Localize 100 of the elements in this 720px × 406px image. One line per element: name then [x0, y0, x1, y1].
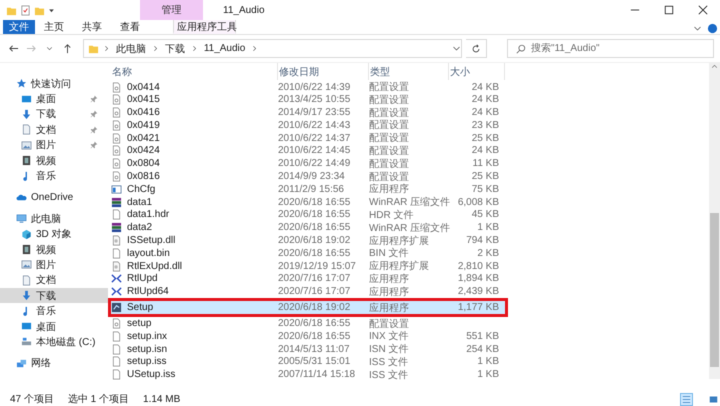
column-header[interactable]: 大小: [449, 63, 505, 80]
file-name: 0x0415: [127, 94, 160, 106]
file-row[interactable]: 0x0414 2010/6/22 14:39 配置设置 24 KB: [108, 80, 508, 93]
folder-icon: [88, 43, 99, 54]
file-type: 配置设置: [369, 170, 410, 184]
sidebar-item[interactable]: 3D 对象: [0, 226, 108, 242]
maximize-icon: [664, 5, 674, 15]
file-row[interactable]: setup.isn 2014/5/13 11:07 ISN 文件 254 KB: [108, 342, 508, 355]
window-icon: [111, 184, 122, 195]
file-row[interactable]: setup.iss 2005/5/31 15:01 ISS 文件 1 KB: [108, 354, 508, 368]
file-row[interactable]: data2 2020/6/18 16:55 WinRAR 压缩文件 1 KB: [108, 220, 508, 234]
sidebar-item[interactable]: 网络: [0, 356, 108, 372]
gear-file-icon: [111, 94, 122, 106]
file-row[interactable]: 0x0424 2010/6/22 14:45 配置设置 24 KB: [108, 144, 508, 157]
sidebar-item[interactable]: 桌面: [0, 91, 108, 107]
file-name: data1.hdr: [127, 209, 170, 220]
file-name: setup.inx: [127, 330, 168, 342]
file-row[interactable]: 0x0816 2014/9/9 23:34 配置设置 25 KB: [108, 170, 508, 182]
sidebar-item[interactable]: 文档: [0, 272, 108, 288]
modified-date: 2010/6/22 14:45: [278, 145, 352, 156]
modified-date: 2010/6/22 14:43: [278, 120, 352, 131]
file-row[interactable]: 0x0804 2010/6/22 14:49 配置设置 11 KB: [108, 156, 508, 170]
sidebar-item[interactable]: 视频: [0, 152, 108, 168]
scrollbar[interactable]: [709, 63, 720, 379]
file-size: 11 KB: [472, 158, 500, 170]
file-row[interactable]: ISSetup.dll 2020/6/18 19:02 应用程序扩展 794 KB: [108, 234, 508, 246]
file-row[interactable]: setup.inx 2020/6/18 16:55 INX 文件 551 KB: [108, 329, 508, 342]
column-header[interactable]: 修改日期: [278, 63, 369, 80]
sidebar-item[interactable]: 文档: [0, 122, 108, 138]
sidebar-item[interactable]: 图片: [0, 138, 108, 153]
file-row[interactable]: ChCfg 2011/2/9 15:56 应用程序 75 KB: [108, 182, 508, 196]
back-arrow-icon: [8, 43, 19, 54]
search-box[interactable]: 搜索"11_Audio": [506, 39, 714, 58]
scrollbar-thumb[interactable]: [710, 213, 719, 367]
file-row[interactable]: setup 2020/6/18 16:55 配置设置: [108, 316, 508, 330]
file-row[interactable]: 0x0415 2013/4/25 10:55 配置设置 24 KB: [108, 92, 508, 106]
modified-date: 2020/6/18 19:02: [278, 235, 352, 246]
sidebar-item[interactable]: 此电脑: [0, 211, 108, 227]
file-row[interactable]: data1 2020/6/18 16:55 WinRAR 压缩文件 6,008 KB: [108, 195, 508, 208]
sidebar-item[interactable]: 快速访问: [0, 76, 108, 92]
sidebar-item[interactable]: OneDrive: [0, 190, 108, 206]
address-bar[interactable]: 此电脑 下载 11_Audio: [82, 39, 462, 58]
file-size: 1 KB: [476, 222, 500, 234]
sidebar-item[interactable]: 下载: [0, 106, 108, 122]
search-icon: [516, 44, 526, 54]
file-row[interactable]: 0x0416 2014/9/17 23:55 配置设置 24 KB: [108, 106, 508, 118]
context-tab-group-label: 管理: [140, 0, 203, 20]
file-row[interactable]: layout.bin 2020/6/18 16:55 BIN 文件 2 KB: [108, 246, 508, 260]
film-icon: [21, 244, 32, 256]
cube-icon: [21, 228, 32, 240]
file-name: 0x0421: [127, 132, 160, 144]
refresh-icon: [470, 44, 481, 54]
file-type: WinRAR 压缩文件: [369, 196, 449, 210]
selection-count: 选中 1 个项目: [68, 392, 130, 406]
file-name: 0x0424: [127, 145, 160, 156]
file-row[interactable]: 0x0419 2010/6/22 14:43 配置设置 23 KB: [108, 118, 508, 132]
ribbon-tab[interactable]: 主页: [35, 20, 73, 34]
desktop-icon: [21, 321, 32, 332]
refresh-button[interactable]: [466, 39, 487, 58]
modified-date: 2020/6/18 16:55: [278, 318, 352, 330]
gear-file-icon: [111, 107, 122, 118]
sidebar-item[interactable]: 图片: [0, 257, 108, 273]
file-size: 1 KB: [476, 356, 500, 368]
file-type: 应用程序扩展: [369, 260, 430, 274]
sidebar-item[interactable]: 音乐: [0, 168, 108, 184]
ribbon-tab[interactable]: 文件: [3, 20, 35, 34]
file-row[interactable]: RtlUpd 2020/7/16 17:07 应用程序 1,894 KB: [108, 272, 508, 285]
highlighted-file-row[interactable]: Setup 2020/6/18 19:02 应用程序 1,177 KB: [108, 298, 508, 317]
close-icon: [698, 5, 708, 15]
details-view-button[interactable]: [680, 392, 693, 406]
sidebar-item[interactable]: 本地磁盘 (C:): [0, 334, 108, 350]
file-size: 6,008 KB: [456, 196, 500, 208]
breadcrumb[interactable]: 11_Audio: [202, 43, 248, 54]
modified-date: 2019/12/19 15:07: [278, 260, 357, 272]
file-row[interactable]: 0x0421 2010/6/22 14:37 配置设置 25 KB: [108, 131, 508, 144]
file-size: 1,177 KB: [456, 302, 500, 314]
file-name: 0x0419: [127, 120, 160, 131]
sidebar-item[interactable]: 下载: [0, 288, 108, 304]
tool-icon: [111, 273, 122, 284]
breadcrumb[interactable]: 下载: [162, 42, 187, 56]
network-icon: [16, 358, 27, 369]
file-row[interactable]: USetup.iss 2007/11/14 15:18 ISS 文件 1 KB: [108, 368, 508, 381]
sidebar-item[interactable]: 音乐: [0, 303, 108, 319]
sidebar-item[interactable]: 视频: [0, 242, 108, 258]
modified-date: 2020/6/18 16:55: [278, 222, 352, 234]
file-row[interactable]: data1.hdr 2020/6/18 16:55 HDR 文件 45 KB: [108, 208, 508, 221]
file-size: 25 KB: [470, 171, 500, 182]
file-row[interactable]: RtlExUpd.dll 2019/12/19 15:07 应用程序扩展 2,810 KB: [108, 259, 508, 272]
file-name: ChCfg: [127, 184, 156, 195]
breadcrumb[interactable]: 此电脑: [114, 42, 148, 56]
file-name: RtlExUpd.dll: [127, 260, 182, 272]
column-header[interactable]: 类型: [369, 63, 449, 80]
file-type: 配置设置: [369, 118, 410, 132]
file-row[interactable]: RtlUpd64 2020/7/16 17:07 应用程序 2,439 KB: [108, 284, 508, 298]
ribbon-tab[interactable]: 共享: [73, 20, 111, 34]
column-header[interactable]: 名称: [111, 63, 278, 80]
ribbon-tab[interactable]: 查看: [111, 20, 149, 34]
file-name: setup.iss: [127, 356, 166, 368]
ribbon-tab[interactable]: 应用程序工具: [173, 20, 236, 34]
sidebar-item[interactable]: 桌面: [0, 318, 108, 334]
